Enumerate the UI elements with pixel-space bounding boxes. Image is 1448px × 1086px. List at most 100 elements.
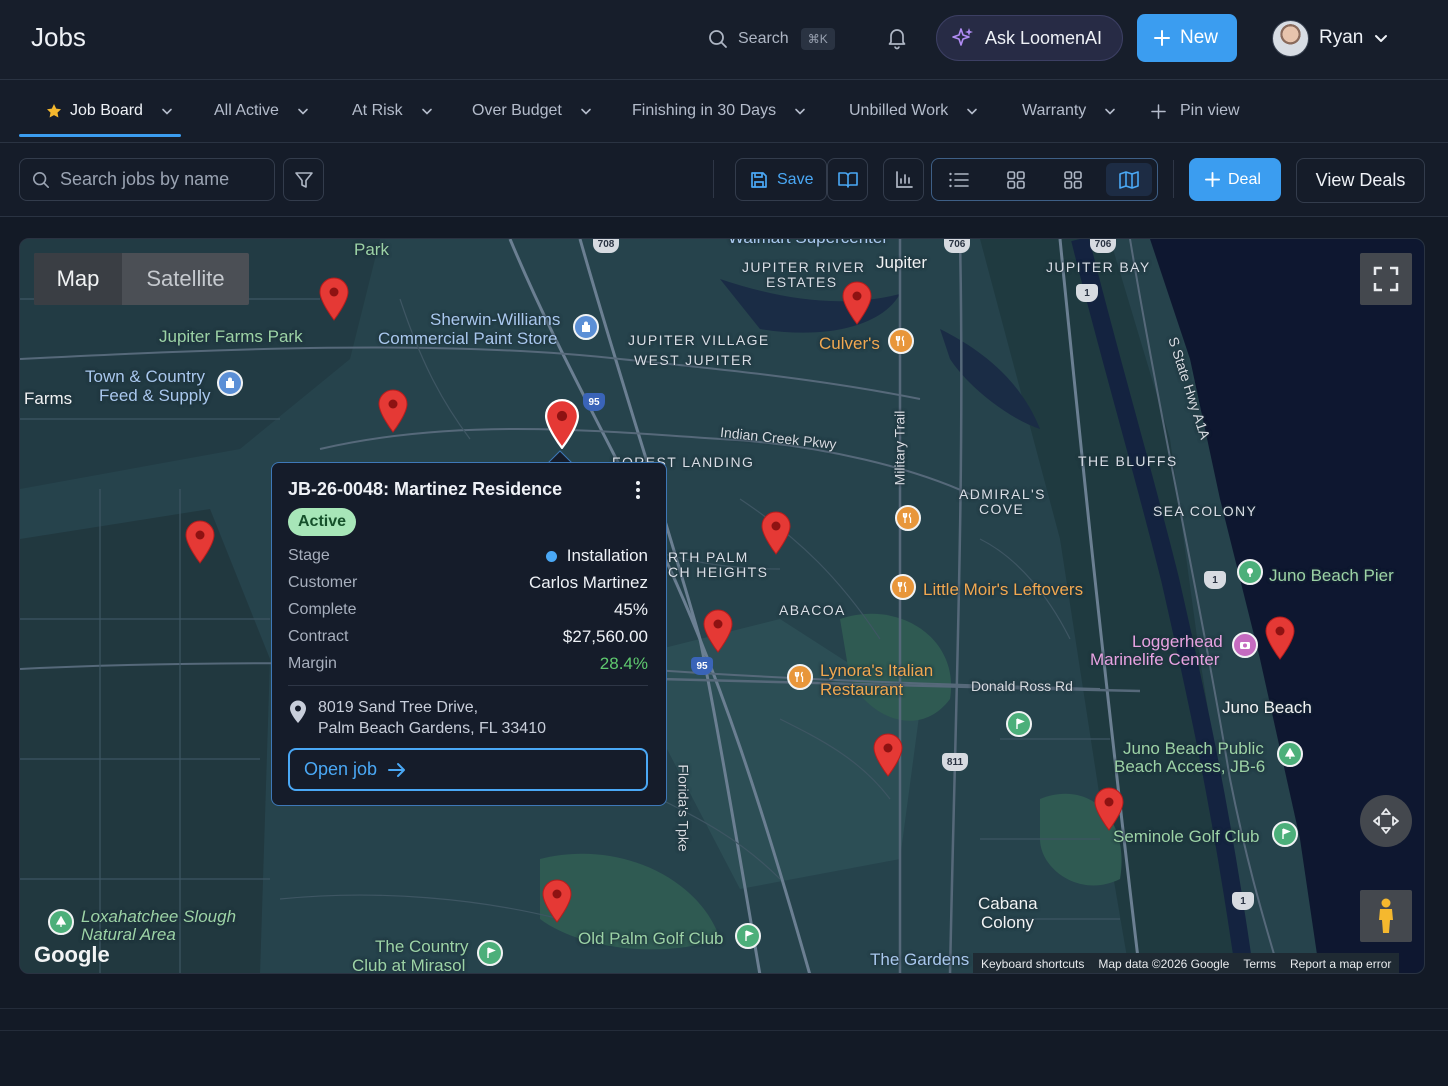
tab-at-risk[interactable]: At Risk	[352, 98, 433, 124]
golf-icon[interactable]	[477, 940, 503, 966]
map-label: The Country	[375, 937, 469, 956]
map-label: COVE	[979, 501, 1025, 517]
board-view-button[interactable]	[1050, 163, 1096, 196]
address-line-1: 8019 Sand Tree Drive,	[318, 699, 479, 716]
job-pin[interactable]	[1093, 787, 1125, 831]
job-info-popup: JB-26-0048: Martinez Residence Active St…	[271, 462, 667, 806]
job-pin[interactable]	[318, 277, 350, 321]
map-label: Jupiter Farms Park	[159, 327, 303, 346]
pin-view-button[interactable]: Pin view	[1151, 98, 1240, 124]
terms-link[interactable]: Terms	[1243, 957, 1276, 971]
global-search-label: Search	[738, 30, 789, 47]
view-deals-button[interactable]: View Deals	[1296, 158, 1425, 203]
deal-label: Deal	[1228, 170, 1261, 188]
landmark-icon[interactable]	[1237, 559, 1263, 585]
active-tab-indicator	[19, 134, 181, 137]
map-label: The Gardens	[870, 950, 970, 969]
job-pin[interactable]	[184, 520, 216, 564]
map-label: Colony	[981, 913, 1034, 932]
toolbar-divider	[1173, 160, 1174, 198]
map-label: Beach Access, JB-6	[1114, 757, 1266, 776]
job-pin[interactable]	[872, 733, 904, 777]
chevron-down-icon[interactable]	[297, 105, 309, 117]
chevron-down-icon[interactable]	[966, 105, 978, 117]
route-shield: 708	[593, 239, 619, 253]
save-view-button[interactable]: Save	[735, 158, 827, 201]
ask-ai-button[interactable]: Ask LoomenAI	[936, 15, 1123, 61]
add-deal-button[interactable]: Deal	[1189, 158, 1281, 201]
tab-label: Over Budget	[472, 102, 562, 119]
job-pin[interactable]	[702, 609, 734, 653]
list-view-button[interactable]	[936, 163, 982, 196]
street-view-pegman[interactable]	[1360, 890, 1412, 942]
grid-view-button[interactable]	[993, 163, 1039, 196]
golf-icon[interactable]	[1006, 711, 1032, 737]
open-job-label: Open job	[304, 759, 378, 779]
golf-icon[interactable]	[735, 923, 761, 949]
job-pin[interactable]	[841, 281, 873, 325]
camera-icon[interactable]	[1232, 632, 1258, 658]
map-label: Commercial Paint Store	[378, 329, 558, 348]
shopping-bag-icon[interactable]	[573, 314, 599, 340]
chevron-down-icon[interactable]	[794, 105, 806, 117]
margin-value: 28.4%	[599, 654, 648, 673]
tab-warranty[interactable]: Warranty	[1022, 98, 1116, 124]
restaurant-icon[interactable]	[890, 574, 916, 600]
map-label: Feed & Supply	[99, 386, 211, 405]
camera-control-button[interactable]	[1360, 795, 1412, 847]
chevron-down-icon[interactable]	[421, 105, 433, 117]
restaurant-icon[interactable]	[888, 328, 914, 354]
job-pin[interactable]	[541, 879, 573, 923]
golf-icon[interactable]	[1272, 821, 1298, 847]
map-label: Sherwin-Williams	[430, 310, 561, 329]
saved-views-button[interactable]	[827, 158, 868, 201]
map-label: JUPITER RIVER	[742, 259, 866, 275]
fullscreen-button[interactable]	[1360, 253, 1412, 305]
new-button[interactable]: New	[1137, 14, 1237, 62]
restaurant-icon[interactable]	[787, 664, 813, 690]
bell-icon[interactable]	[884, 25, 910, 51]
tab-all-active[interactable]: All Active	[214, 98, 309, 124]
map-type-map-button[interactable]: Map	[34, 253, 122, 305]
interstate-shield: 95	[691, 657, 713, 675]
map-type-satellite-button[interactable]: Satellite	[122, 253, 249, 305]
map-view-button[interactable]	[1106, 163, 1152, 196]
keyboard-shortcuts-link[interactable]: Keyboard shortcuts	[981, 957, 1084, 971]
plus-icon	[1151, 103, 1166, 119]
interstate-shield: 95	[583, 393, 605, 411]
jobs-map[interactable]: Map Satellite Park Walmart Supercenter J…	[19, 238, 1425, 974]
chevron-down-icon[interactable]	[1104, 105, 1116, 117]
job-pin[interactable]	[760, 511, 792, 555]
bar-chart-icon	[895, 170, 913, 188]
tab-over-budget[interactable]: Over Budget	[472, 98, 592, 124]
more-options-icon[interactable]	[632, 479, 644, 501]
park-icon[interactable]	[48, 909, 74, 935]
global-search-button[interactable]: Search ⌘K	[708, 24, 835, 54]
map-label: Donald Ross Rd	[971, 678, 1073, 694]
map-label: Seminole Golf Club	[1113, 827, 1260, 846]
open-job-button[interactable]: Open job	[288, 748, 648, 791]
tab-finishing-in-30-days[interactable]: Finishing in 30 Days	[632, 98, 806, 124]
map-label: Club at Mirasol	[352, 956, 466, 974]
job-pin[interactable]	[377, 389, 409, 433]
park-icon[interactable]	[1277, 741, 1303, 767]
tab-unbilled-work[interactable]: Unbilled Work	[849, 98, 978, 124]
user-menu[interactable]: Ryan	[1272, 18, 1389, 58]
tab-job-board[interactable]: Job Board	[46, 98, 173, 124]
filter-button[interactable]	[283, 158, 324, 201]
stage-value: Installation	[566, 546, 648, 565]
pegman-icon	[1379, 898, 1393, 933]
chevron-down-icon[interactable]	[580, 105, 592, 117]
chevron-down-icon[interactable]	[161, 105, 173, 117]
job-search-input[interactable]: Search jobs by name	[19, 158, 275, 201]
shopping-bag-icon[interactable]	[217, 370, 243, 396]
chevron-down-icon	[1375, 35, 1388, 42]
report-map-error-link[interactable]: Report a map error	[1290, 957, 1391, 971]
restaurant-icon[interactable]	[895, 505, 921, 531]
job-pin[interactable]	[1264, 616, 1296, 660]
app-header: Jobs Search ⌘K Ask LoomenAI New Ryan	[0, 0, 1448, 80]
selected-job-pin[interactable]	[543, 399, 581, 449]
chart-view-button[interactable]	[883, 158, 924, 201]
toolbar-divider	[713, 160, 714, 198]
map-label: ESTATES	[766, 274, 838, 290]
